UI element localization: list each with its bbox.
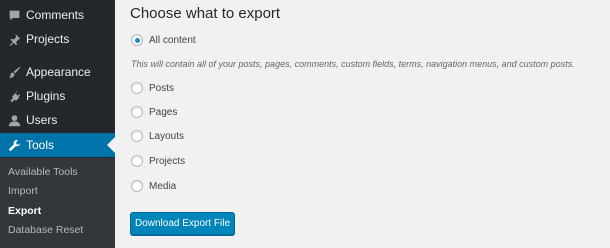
sidebar-item-users[interactable]: Users [0,108,115,132]
paintbrush-icon [7,65,21,79]
radio-layouts[interactable]: Layouts [131,130,184,142]
sidebar-item-tools[interactable]: Tools [0,133,115,157]
radio-label: Projects [149,155,186,167]
sidebar-item-label: Comments [26,8,85,22]
submenu-item-available-tools[interactable]: Available Tools [8,166,78,178]
sidebar-item-label: Plugins [26,89,66,103]
radio-label: Layouts [149,130,185,142]
submenu-item-database-reset[interactable]: Database Reset [8,224,83,236]
all-content-description: This will contain all of your posts, pag… [131,59,575,69]
comments-icon [7,8,21,22]
submenu-item-import[interactable]: Import [8,185,38,197]
main-content: Choose what to export All content This w… [115,0,610,248]
radio-button[interactable] [131,106,143,118]
submenu-item-export[interactable]: Export [8,205,41,217]
radio-label: Media [149,180,177,192]
sidebar-item-projects[interactable]: Projects [0,27,115,51]
wrench-icon [7,138,21,152]
radio-button[interactable] [131,180,143,192]
sidebar-item-label: Projects [26,32,70,46]
tools-submenu: Available Tools Import Export Database R… [0,158,115,248]
radio-posts[interactable]: Posts [131,82,174,94]
page-title: Choose what to export [130,5,281,22]
radio-button[interactable] [131,34,143,46]
users-icon [7,113,21,127]
sidebar-item-label: Appearance [26,65,91,79]
sidebar-item-comments[interactable]: Comments [0,3,115,27]
radio-label: Posts [149,82,175,94]
sidebar-item-label: Users [26,113,58,127]
radio-button[interactable] [131,155,143,167]
radio-label: Pages [149,106,178,118]
radio-button[interactable] [131,130,143,142]
sidebar-item-appearance[interactable]: Appearance [0,60,115,84]
radio-label: All content [149,34,196,46]
pin-icon [7,32,21,46]
download-export-file-button[interactable]: Download Export File [130,212,235,235]
radio-media[interactable]: Media [131,180,176,192]
radio-projects[interactable]: Projects [131,155,185,167]
radio-all-content[interactable]: All content [131,34,196,46]
admin-sidebar: Comments Projects Appearance Plugins Use… [0,0,115,248]
radio-pages[interactable]: Pages [131,106,177,118]
sidebar-item-label: Tools [26,138,55,152]
sidebar-item-plugins[interactable]: Plugins [0,84,115,108]
plugin-icon [7,89,21,103]
active-indicator-arrow [107,137,115,153]
radio-selected-dot [134,37,140,43]
radio-button[interactable] [131,82,143,94]
